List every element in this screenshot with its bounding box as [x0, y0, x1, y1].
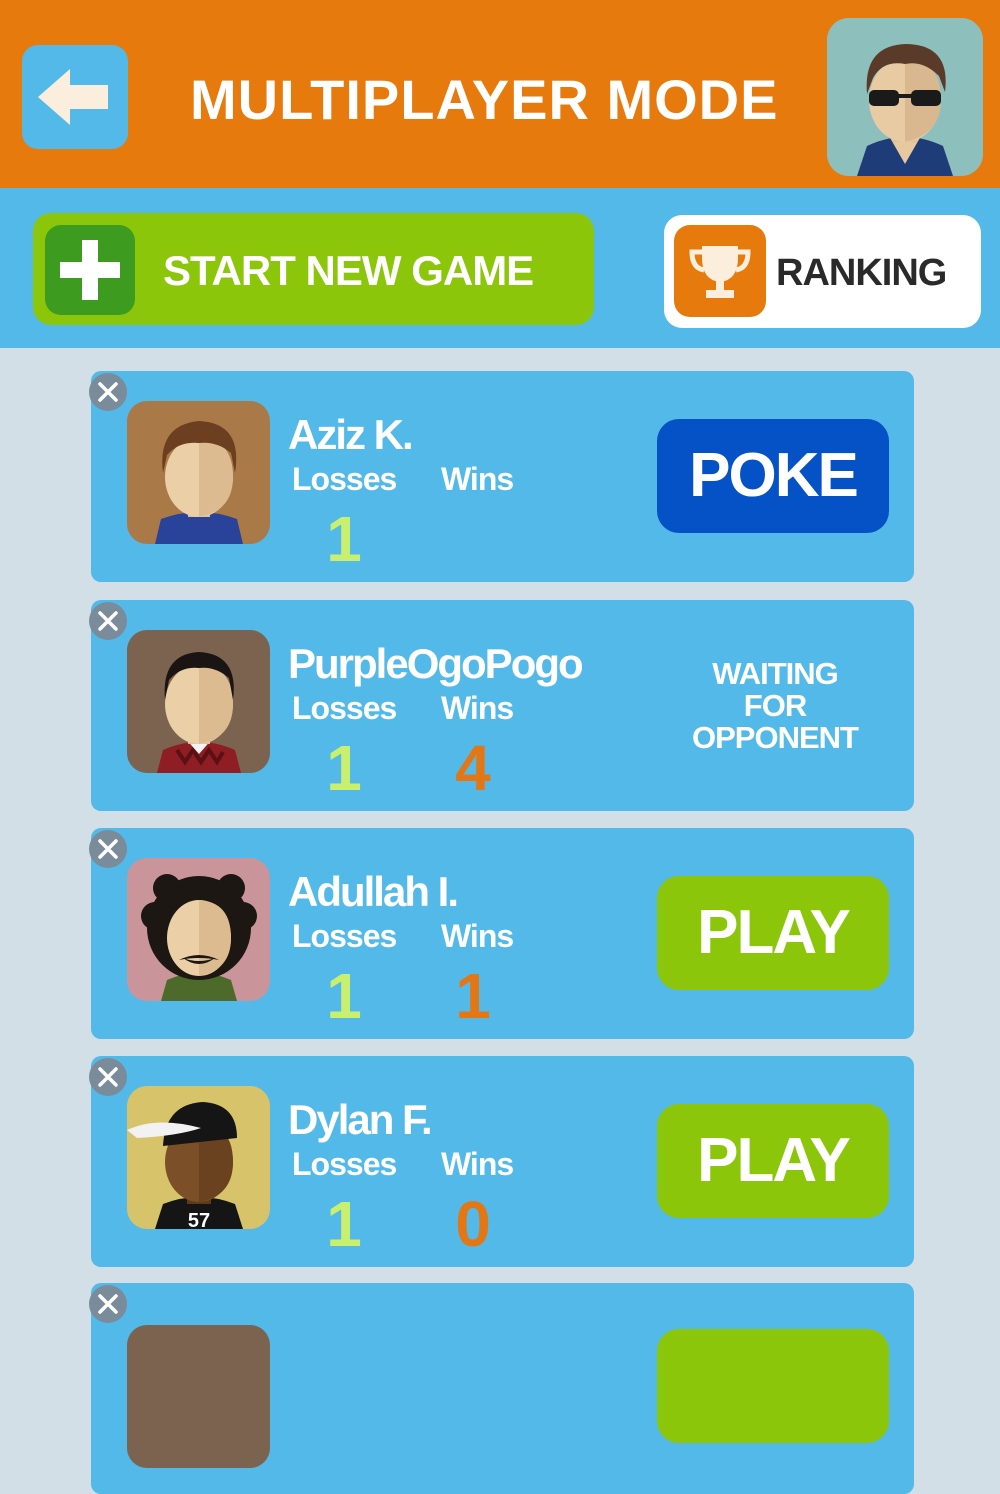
arrow-left-icon [38, 69, 108, 125]
losses-count: 1 [326, 503, 362, 575]
play-button[interactable]: PLAY [657, 1104, 889, 1218]
start-new-game-button[interactable]: START NEW GAME [33, 213, 594, 325]
avatar [127, 1325, 270, 1468]
wins-label: Wins [441, 461, 514, 497]
game-card: PurpleOgoPogo Losses Wins 1 4 WAITING FO… [89, 600, 914, 811]
waiting-status-line: FOR [743, 688, 807, 723]
player-name: Aziz K. [288, 411, 414, 458]
remove-game-button[interactable] [89, 602, 127, 640]
waiting-status-line: WAITING [712, 656, 839, 691]
losses-count: 1 [326, 732, 362, 804]
losses-label: Losses [292, 918, 397, 954]
page-title: MULTIPLAYER MODE [190, 68, 779, 131]
trophy-icon-tile [674, 225, 766, 317]
losses-count: 1 [326, 1188, 362, 1260]
avatar: 57 [127, 1086, 270, 1229]
waiting-status-line: OPPONENT [692, 720, 859, 755]
remove-game-button[interactable] [89, 830, 127, 868]
losses-count: 1 [326, 960, 362, 1032]
player-name: Adullah I. [288, 868, 459, 915]
remove-game-button[interactable] [89, 373, 127, 411]
start-new-game-label: START NEW GAME [163, 247, 534, 294]
jersey-number: 57 [188, 1210, 210, 1229]
wins-label: Wins [441, 918, 514, 954]
avatar [127, 630, 270, 773]
wins-count: 1 [455, 960, 491, 1032]
player-name: PurpleOgoPogo [288, 640, 584, 687]
profile-avatar-button[interactable] [827, 18, 983, 176]
wins-label: Wins [441, 1146, 514, 1182]
avatar [127, 401, 270, 544]
game-card: 57 Dylan F. Losses Wins 1 0 PLAY [89, 1056, 914, 1267]
waiting-status: WAITING FOR OPPONENT [667, 658, 883, 754]
losses-label: Losses [292, 1146, 397, 1182]
losses-label: Losses [292, 461, 397, 497]
player-name: Dylan F. [288, 1096, 433, 1143]
play-button[interactable] [657, 1329, 889, 1443]
wins-count [438, 503, 508, 575]
plus-icon-tile [45, 225, 135, 315]
wins-label: Wins [441, 690, 514, 726]
game-card: Aziz K. Losses Wins 1 POKE [89, 371, 914, 582]
close-icon [98, 611, 118, 631]
game-card: Adullah I. Losses Wins 1 1 PLAY [89, 828, 914, 1039]
game-card [89, 1283, 914, 1494]
play-button[interactable]: PLAY [657, 876, 889, 990]
plus-icon [60, 240, 120, 300]
close-icon [98, 382, 118, 402]
close-icon [98, 1067, 118, 1087]
remove-game-button[interactable] [89, 1058, 127, 1096]
avatar [127, 858, 270, 1001]
close-icon [98, 1294, 118, 1314]
trophy-icon [689, 246, 751, 298]
ranking-label: RANKING [776, 252, 947, 294]
remove-game-button[interactable] [89, 1285, 127, 1323]
avatar [827, 18, 983, 176]
close-icon [98, 839, 118, 859]
losses-label: Losses [292, 690, 397, 726]
wins-count: 0 [455, 1188, 491, 1260]
ranking-button[interactable]: RANKING [664, 215, 981, 328]
poke-button[interactable]: POKE [657, 419, 889, 533]
wins-count: 4 [455, 732, 491, 804]
back-button[interactable] [22, 45, 128, 149]
